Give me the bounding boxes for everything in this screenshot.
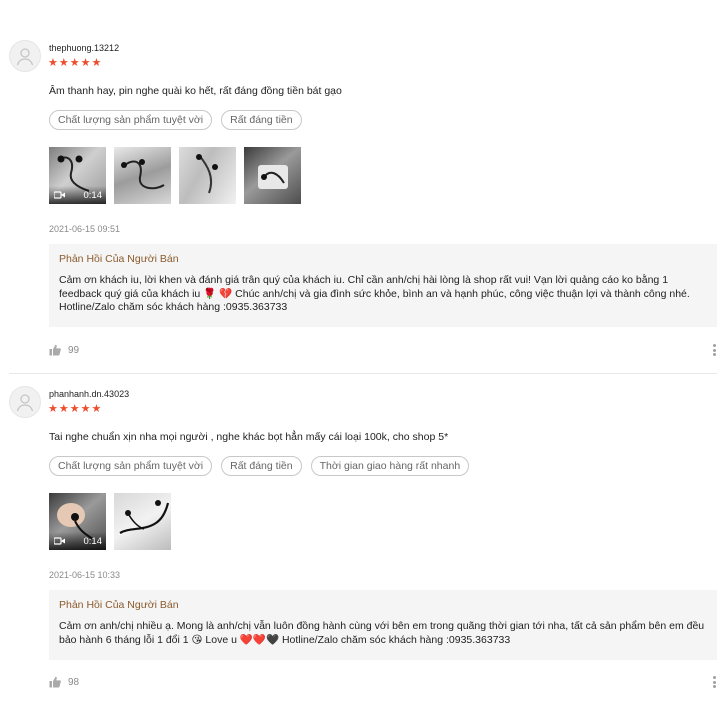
like-count: 99 [68,344,80,356]
username[interactable]: phanhanh.dn.43023 [49,389,129,399]
seller-reply-title: Phản Hồi Của Người Bán [59,253,179,265]
video-camera-icon [53,191,66,199]
like-button[interactable]: 98 [49,676,79,688]
review-tag[interactable]: Chất lượng sản phẩm tuyệt vời [49,110,213,130]
seller-reply-text: Cảm ơn anh/chị nhiều ạ. Mong là anh/chị … [59,620,705,646]
user-avatar-icon [16,394,34,412]
like-count: 98 [68,676,80,688]
seller-reply: Phản Hồi Của Người Bán Cảm ơn khách iu, … [49,244,717,327]
review-video-thumbnail[interactable]: 0:14 [49,147,106,204]
review-comment: Âm thanh hay, pin nghe quài ko hết, rất … [49,85,342,97]
thumbs-up-icon [49,676,61,688]
review-date: 2021-06-15 09:51 [49,224,121,234]
review-image-thumbnail[interactable] [244,147,301,204]
star-rating: ★★★★★ [48,403,103,415]
like-button[interactable]: 99 [49,344,79,356]
more-vertical-icon[interactable] [711,675,717,690]
review-image-thumbnail[interactable] [179,147,236,204]
review-card: thephuong.13212 ★★★★★ Âm thanh hay, pin … [0,0,728,372]
seller-reply: Phản Hồi Của Người Bán Cảm ơn anh/chị nh… [49,590,717,660]
username[interactable]: thephuong.13212 [49,43,119,53]
review-tag[interactable]: Thời gian giao hàng rất nhanh [310,456,470,476]
review-comment: Tai nghe chuẩn xịn nha mọi người , nghe … [49,431,449,443]
review-tag[interactable]: Rất đáng tiền [221,110,302,130]
review-tag[interactable]: Rất đáng tiền [221,456,302,476]
review-date: 2021-06-15 10:33 [49,570,121,580]
star-rating: ★★★★★ [48,57,103,69]
more-vertical-icon[interactable] [711,343,717,358]
review-image-thumbnail[interactable] [114,147,171,204]
video-camera-icon [53,537,66,545]
review-tag[interactable]: Chất lượng sản phẩm tuyệt vời [49,456,213,476]
review-card: phanhanh.dn.43023 ★★★★★ Tai nghe chuẩn x… [0,374,728,728]
thumbs-up-icon [49,344,61,356]
avatar[interactable] [9,40,41,72]
video-duration: 0:14 [83,189,103,201]
review-tags: Chất lượng sản phẩm tuyệt vời Rất đáng t… [49,456,470,476]
user-avatar-icon [16,48,34,66]
video-duration: 0:14 [83,535,103,547]
seller-reply-text: Cảm ơn khách iu, lời khen và đánh giá tr… [59,274,690,313]
review-tags: Chất lượng sản phẩm tuyệt vời Rất đáng t… [49,110,302,130]
seller-reply-title: Phản Hồi Của Người Bán [59,599,179,611]
review-image-thumbnail[interactable] [114,493,171,550]
review-video-thumbnail[interactable]: 0:14 [49,493,106,550]
review-media: 0:14 [49,147,301,204]
avatar[interactable] [9,386,41,418]
review-media: 0:14 [49,493,171,550]
